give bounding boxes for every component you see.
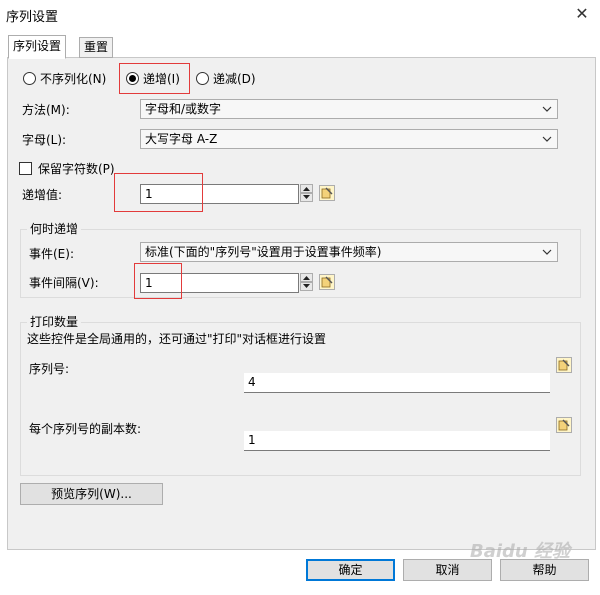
tab-reset[interactable]: 重置 <box>79 37 114 58</box>
radio-label: 递减(D) <box>213 71 256 86</box>
method-select[interactable]: 字母和/或数字 <box>140 99 558 119</box>
highlight-box <box>119 63 190 94</box>
copies-label: 每个序列号的副本数: <box>29 422 142 436</box>
serial-label: 序列号: <box>29 362 70 376</box>
interval-label: 事件间隔(V): <box>29 276 99 290</box>
chevron-down-icon <box>542 106 552 112</box>
chevron-down-icon <box>542 136 552 142</box>
increment-spinner[interactable] <box>300 184 313 204</box>
letters-label: 字母(L): <box>22 133 67 147</box>
highlight-box <box>114 173 203 212</box>
keep-chars-label: 保留字符数(P) <box>38 162 115 176</box>
ok-button[interactable]: 确定 <box>306 559 395 581</box>
edit-tool-icon[interactable] <box>319 185 335 201</box>
watermark: Baidu 经验 <box>470 541 571 562</box>
letters-select[interactable]: 大写字母 A-Z <box>140 129 558 149</box>
method-label: 方法(M): <box>22 103 70 117</box>
radio-label: 不序列化(N) <box>40 71 107 86</box>
group-title: 打印数量 <box>27 313 82 330</box>
radio-circle-icon <box>196 71 209 85</box>
method-value: 字母和/或数字 <box>145 102 222 116</box>
radio-no-serial[interactable]: 不序列化(N) <box>23 70 106 86</box>
serial-input[interactable]: 4 <box>244 373 550 393</box>
increment-label: 递增值: <box>22 188 63 202</box>
keep-chars-checkbox[interactable] <box>19 162 32 175</box>
edit-tool-icon[interactable] <box>556 417 572 433</box>
tab-serial-settings[interactable]: 序列设置 <box>8 35 67 59</box>
print-note: 这些控件是全局通用的，还可通过"打印"对话框进行设置 <box>27 332 327 346</box>
chevron-down-icon <box>542 249 552 255</box>
spin-down-icon[interactable] <box>300 193 313 202</box>
letters-value: 大写字母 A-Z <box>145 132 218 146</box>
interval-spinner[interactable] <box>300 273 313 293</box>
close-icon[interactable]: ✕ <box>570 2 594 26</box>
radio-decrement[interactable]: 递减(D) <box>196 70 256 86</box>
event-value: 标准(下面的"序列号"设置用于设置事件频率) <box>145 245 382 259</box>
preview-sequence-button[interactable]: 预览序列(W)... <box>20 483 163 505</box>
event-label: 事件(E): <box>29 247 74 261</box>
edit-tool-icon[interactable] <box>319 274 335 290</box>
event-select[interactable]: 标准(下面的"序列号"设置用于设置事件频率) <box>140 242 558 262</box>
highlight-box <box>134 263 182 299</box>
window-title: 序列设置 <box>6 10 59 25</box>
spin-up-icon[interactable] <box>300 273 313 282</box>
radio-circle-icon <box>23 71 36 85</box>
spin-up-icon[interactable] <box>300 184 313 193</box>
spin-down-icon[interactable] <box>300 282 313 291</box>
edit-tool-icon[interactable] <box>556 357 572 373</box>
group-title: 何时递增 <box>27 220 82 237</box>
copies-input[interactable]: 1 <box>244 431 550 451</box>
